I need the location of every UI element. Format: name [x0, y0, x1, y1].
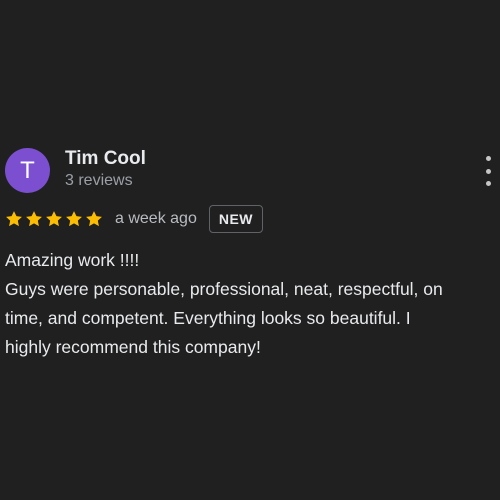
review-text-line: Amazing work !!!!: [5, 250, 140, 270]
review-text: Amazing work !!!! Guys were personable, p…: [5, 246, 500, 362]
review-text-line: Guys were personable, professional, neat…: [5, 279, 443, 299]
avatar[interactable]: T: [5, 148, 50, 193]
star-rating: [4, 209, 104, 229]
more-dot: [485, 156, 491, 161]
more-vert-icon[interactable]: [482, 156, 494, 186]
review-card: T Tim Cool 3 reviews a week ago NEW Amaz…: [0, 0, 500, 500]
more-dot: [485, 168, 491, 174]
star-icon: [64, 209, 84, 229]
star-icon: [44, 209, 64, 229]
avatar-initial: T: [20, 156, 35, 184]
review-text-line: highly recommend this company!: [5, 337, 261, 357]
review-text-line: time, and competent. Everything looks so…: [5, 308, 411, 328]
review-time: a week ago: [115, 210, 197, 227]
author-name[interactable]: Tim Cool: [65, 148, 146, 170]
star-icon: [84, 209, 104, 229]
rating-row: a week ago NEW: [4, 204, 264, 234]
star-icon: [24, 209, 44, 229]
more-dot: [485, 181, 491, 186]
star-icon: [4, 209, 24, 229]
review-header: T Tim Cool 3 reviews: [5, 148, 500, 196]
new-badge: NEW: [208, 205, 264, 233]
author-review-count: 3 reviews: [65, 172, 133, 189]
